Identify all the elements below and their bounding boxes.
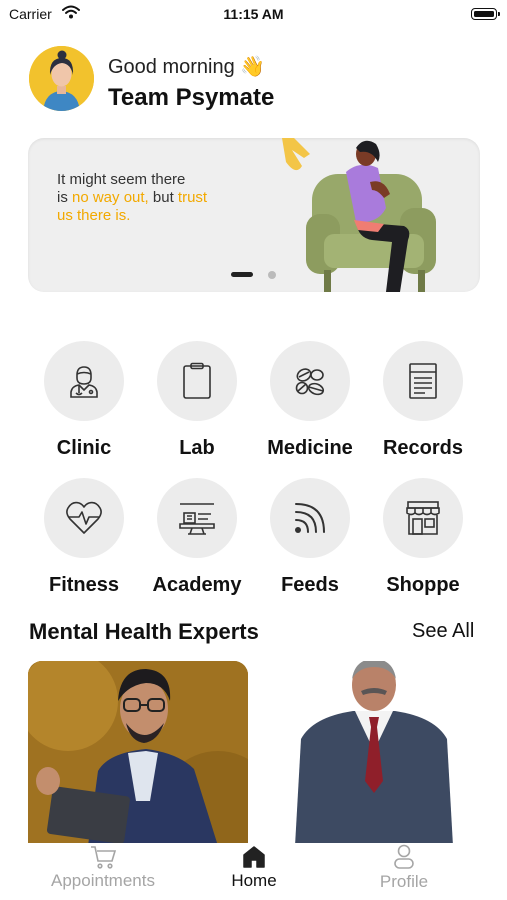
academy-icon <box>179 503 215 535</box>
greeting-text: Good morning 👋 <box>108 54 265 79</box>
feed-icon <box>295 503 325 533</box>
banner-illustration <box>264 138 436 292</box>
service-feeds[interactable]: Feeds <box>254 478 366 597</box>
service-circle[interactable] <box>383 478 463 558</box>
greeting-label: Good morning <box>108 56 235 78</box>
doctor-icon <box>70 366 98 398</box>
service-label: Shoppe <box>386 574 460 596</box>
service-label: Lab <box>179 437 215 459</box>
service-label: Fitness <box>48 574 120 596</box>
expert-photo <box>28 661 248 846</box>
clipboard-icon <box>183 362 211 399</box>
promo-banner[interactable]: It might seem there is no way out, but t… <box>28 138 480 292</box>
tab-label: Profile <box>379 872 429 891</box>
banner-line: is <box>57 189 72 206</box>
avatar[interactable] <box>29 46 94 111</box>
banner-line: but <box>148 189 178 206</box>
service-label: Records <box>382 437 464 459</box>
store-icon <box>406 501 440 535</box>
waving-hand-icon: 👋 <box>240 56 266 78</box>
banner-highlight: no way out, <box>72 189 149 206</box>
service-fitness[interactable]: Fitness <box>28 478 140 597</box>
page-dot-active[interactable] <box>231 272 253 277</box>
tab-profile[interactable]: Profile <box>364 843 444 892</box>
expert-card[interactable] <box>28 661 248 846</box>
service-lab[interactable]: Lab <box>141 341 253 460</box>
heart-pulse-icon <box>66 501 102 534</box>
service-academy[interactable]: Academy <box>141 478 253 597</box>
service-shoppe[interactable]: Shoppe <box>367 478 479 597</box>
profile-icon <box>394 844 414 869</box>
service-circle[interactable] <box>270 341 350 421</box>
service-circle[interactable] <box>44 478 124 558</box>
expert-card[interactable] <box>293 661 455 846</box>
service-records[interactable]: Records <box>367 341 479 460</box>
service-circle[interactable] <box>383 341 463 421</box>
status-time: 11:15 AM <box>223 6 284 22</box>
service-circle[interactable] <box>270 478 350 558</box>
tab-appointments[interactable]: Appointments <box>40 843 166 891</box>
home-icon <box>243 846 265 868</box>
service-label: Medicine <box>267 437 353 459</box>
cart-icon <box>91 846 116 869</box>
service-label: Feeds <box>281 574 339 596</box>
banner-line: It might seem there <box>57 171 186 188</box>
user-name: Team Psymate <box>108 84 275 111</box>
tab-label: Home <box>231 871 277 890</box>
banner-text: It might seem there is no way out, but t… <box>57 171 267 225</box>
tab-label: Appointments <box>51 871 155 890</box>
pills-icon <box>295 368 325 396</box>
service-circle[interactable] <box>157 478 237 558</box>
banner-highlight: trust <box>177 189 208 206</box>
battery-icon <box>471 8 500 20</box>
service-clinic[interactable]: Clinic <box>28 341 140 460</box>
service-label: Academy <box>152 574 242 596</box>
service-label: Clinic <box>56 437 112 459</box>
service-circle[interactable] <box>157 341 237 421</box>
experts-section-title: Mental Health Experts <box>29 619 259 644</box>
tab-home[interactable]: Home <box>214 843 294 891</box>
page-dot[interactable] <box>268 271 276 279</box>
service-medicine[interactable]: Medicine <box>254 341 366 460</box>
status-bar: Carrier 11:15 AM <box>0 0 507 30</box>
tab-bar: Appointments Home Profile <box>0 843 507 900</box>
see-all-link[interactable]: See All <box>412 620 474 643</box>
document-icon <box>409 363 437 399</box>
expert-photo <box>293 661 455 846</box>
service-circle[interactable] <box>44 341 124 421</box>
banner-highlight: us there is. <box>57 207 131 224</box>
